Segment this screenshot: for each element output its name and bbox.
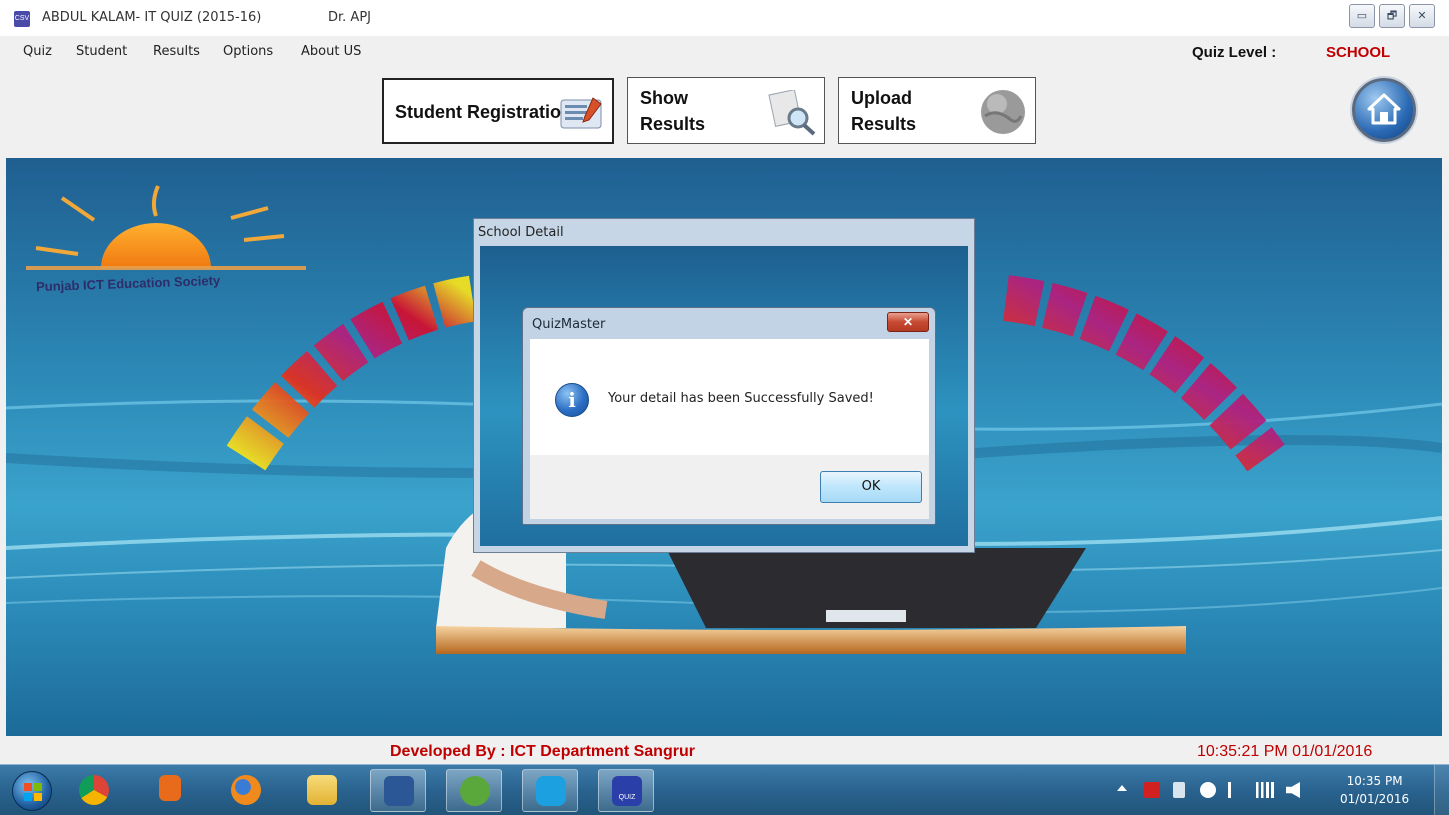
network-signal-icon[interactable] [1256,782,1274,798]
student-registration-label: Student Registration [395,102,573,122]
status-datetime: 10:35:21 PM 01/01/2016 [1197,743,1373,760]
window-title-suffix: Dr. APJ [328,10,371,25]
show-hidden-icons-chevron-icon[interactable] [1117,785,1127,791]
taskbar-quiz-app[interactable]: QUIZ [598,769,654,812]
menu-quiz[interactable]: Quiz [23,44,52,59]
folder-icon [307,775,337,805]
volume-icon[interactable] [1286,782,1300,798]
restore-button[interactable]: 🗗 [1379,4,1405,28]
taskbar-clock-date: 01/01/2016 [1340,792,1410,806]
dialog-footer: OK [530,455,929,519]
developer-credit: Developed By : ICT Department Sangrur [390,743,695,760]
globe-upload-icon [981,90,1025,134]
quiz-level-value: SCHOOL [1326,44,1391,61]
quiz-app-icon: QUIZ [612,776,642,806]
minimize-button[interactable]: ▭ [1349,4,1375,28]
menu-results[interactable]: Results [153,44,200,59]
show-results-button[interactable]: Show Results [627,77,825,144]
upload-results-label-line2: Results [851,114,917,134]
taskbar-clock-time: 10:35 PM [1346,774,1403,788]
media-player-icon [159,775,181,801]
taskbar-file-explorer[interactable] [294,769,350,812]
school-detail-title: School Detail [478,225,564,240]
home-icon [1367,93,1401,125]
dialog-message: Your detail has been Successfully Saved! [608,391,874,406]
windows-logo-icon [24,783,42,801]
utorrent-icon [460,776,490,806]
window-title: ABDUL KALAM- IT QUIZ (2015-16) [42,10,262,25]
dialog-close-button[interactable]: ✕ [887,312,929,332]
app-icon[interactable]: CSV [14,11,30,27]
show-desktop-button[interactable] [1434,765,1449,815]
taskbar-firefox[interactable] [218,769,274,812]
taskbar-media-player[interactable] [142,769,198,812]
taskbar-utorrent[interactable] [446,769,502,812]
menu-student[interactable]: Student [76,44,127,59]
start-button[interactable] [12,771,52,811]
show-results-label-line2: Results [640,114,706,134]
battery-icon[interactable] [1173,782,1185,798]
home-button[interactable] [1352,78,1416,142]
registration-form-icon [560,97,602,129]
ok-button[interactable]: OK [820,471,922,503]
upload-results-label-line1: Upload [851,88,912,108]
window-controls: ▭ 🗗 ✕ [1349,4,1435,28]
info-icon: i [555,383,589,417]
toolbar: Student Registration Show Results Upload… [0,66,1449,158]
taskbar-clock[interactable]: 10:35 PM 01/01/2016 [1340,772,1409,808]
dialog-title: QuizMaster [532,317,606,332]
upload-results-button[interactable]: Upload Results [838,77,1036,144]
taskbar-chrome[interactable] [66,769,122,812]
menu-options[interactable]: Options [223,44,273,59]
show-results-label-line1: Show [640,88,688,108]
quiz-level-label: Quiz Level : [1192,44,1277,61]
firefox-icon [231,775,261,805]
student-registration-button[interactable]: Student Registration [382,78,614,144]
action-center-flag-icon[interactable] [1228,782,1242,798]
taskbar: QUIZ 10:35 PM 01/01/2016 [0,764,1449,815]
acrobat-tray-icon[interactable] [1144,782,1160,798]
skype-icon [536,776,566,806]
quizmaster-dialog: QuizMaster ✕ i Your detail has been Succ… [522,307,936,525]
bluetooth-icon[interactable] [1200,782,1216,798]
magnifier-document-icon [768,90,816,136]
word-icon [384,776,414,806]
close-window-button[interactable]: ✕ [1409,4,1435,28]
status-row: Developed By : ICT Department Sangrur 10… [0,736,1449,764]
chrome-icon [79,775,109,805]
menu-about-us[interactable]: About US [301,44,361,59]
menu-bar: Quiz Student Results Options About US Qu… [0,36,1449,66]
title-bar: CSV ABDUL KALAM- IT QUIZ (2015-16) Dr. A… [0,0,1449,36]
taskbar-word[interactable] [370,769,426,812]
taskbar-skype[interactable] [522,769,578,812]
dialog-body: i Your detail has been Successfully Save… [530,339,929,455]
